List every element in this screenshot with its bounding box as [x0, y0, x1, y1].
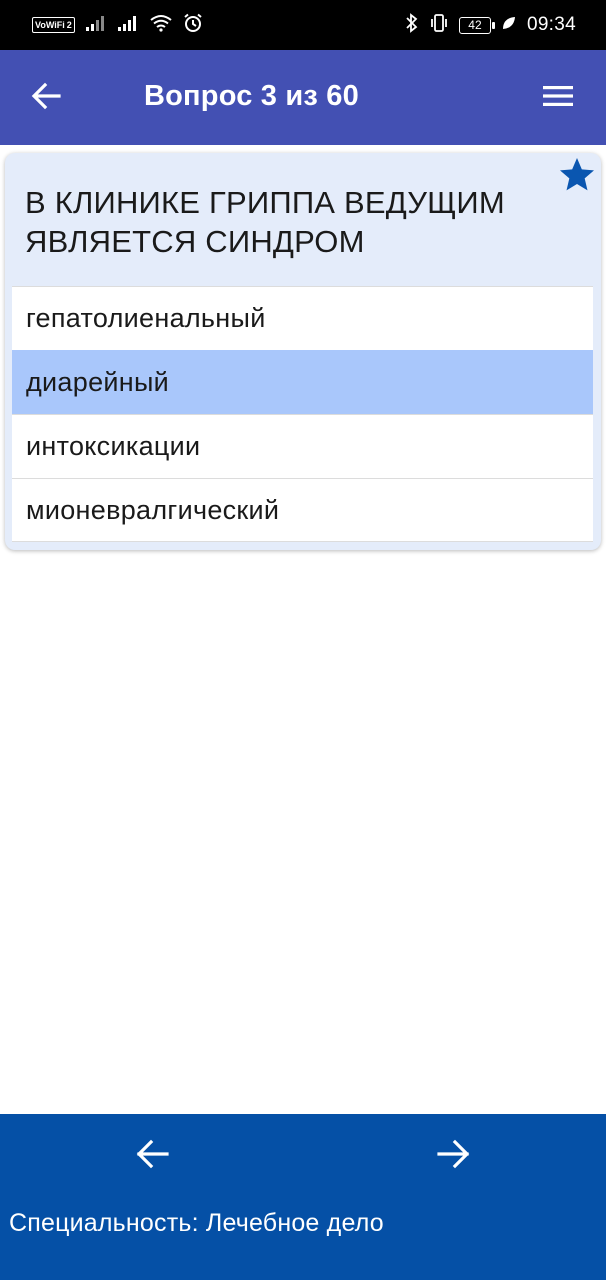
- battery-icon: 42: [458, 16, 495, 34]
- status-bar: VoWiFi 2 42 09:34: [0, 0, 606, 50]
- vowifi-sim-number: 2: [66, 19, 72, 30]
- menu-button[interactable]: [538, 82, 578, 114]
- bluetooth-icon: [405, 12, 419, 38]
- arrow-right-icon: [437, 1139, 471, 1174]
- status-right: 42 09:34: [405, 12, 576, 38]
- battery-level: 42: [468, 18, 482, 32]
- answer-option[interactable]: гепатолиенальный: [12, 286, 593, 350]
- vowifi-indicator: VoWiFi 2: [32, 17, 75, 33]
- vibrate-icon: [429, 13, 449, 38]
- answer-option[interactable]: мионевралгический: [12, 478, 593, 542]
- next-question-button[interactable]: [432, 1136, 476, 1176]
- question-text: В КЛИНИКЕ ГРИППА ВЕДУЩИМ ЯВЛЯЕТСЯ СИНДРО…: [25, 185, 505, 259]
- back-button[interactable]: [26, 80, 66, 116]
- specialty-label: Специальность: Лечебное дело: [9, 1209, 384, 1237]
- app-bar: Вопрос 3 из 60: [0, 50, 606, 145]
- clock: 09:34: [526, 14, 576, 35]
- star-icon: [557, 158, 597, 199]
- vowifi-label: VoWiFi: [35, 19, 65, 30]
- hamburger-menu-icon: [543, 85, 573, 112]
- arrow-left-icon: [31, 82, 61, 115]
- previous-question-button[interactable]: [130, 1136, 174, 1176]
- wifi-icon: [149, 14, 173, 37]
- page-title: Вопрос 3 из 60: [144, 80, 359, 112]
- answer-option-selected[interactable]: диарейный: [12, 350, 593, 414]
- signal-icon: [85, 14, 107, 37]
- status-left: VoWiFi 2: [32, 13, 203, 38]
- bottom-navigation-bar: Специальность: Лечебное дело: [0, 1114, 606, 1280]
- arrow-left-icon: [135, 1139, 169, 1174]
- answer-list: гепатолиенальный диарейный интоксикации …: [12, 286, 593, 542]
- leaf-icon: [501, 15, 517, 36]
- signal-icon: [117, 14, 139, 37]
- alarm-icon: [183, 13, 203, 38]
- favorite-button[interactable]: [557, 155, 597, 195]
- question-card: В КЛИНИКЕ ГРИППА ВЕДУЩИМ ЯВЛЯЕТСЯ СИНДРО…: [5, 153, 601, 550]
- answer-option[interactable]: интоксикации: [12, 414, 593, 478]
